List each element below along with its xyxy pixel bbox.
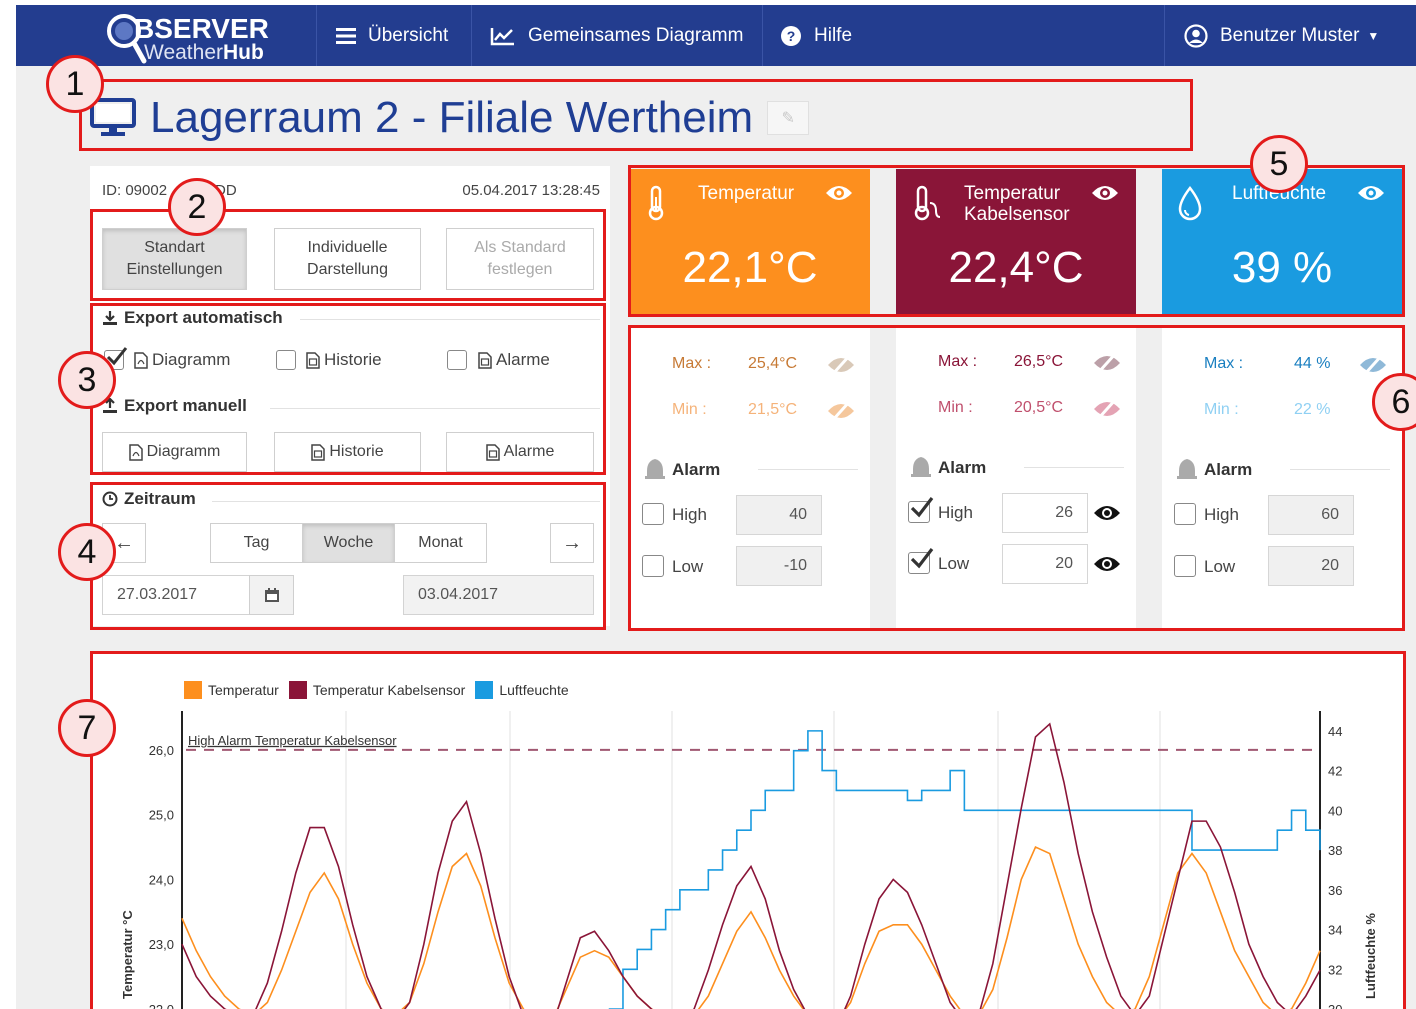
- caret-down-icon: ▼: [1367, 28, 1380, 43]
- brand-subtitle: WeatherHub: [144, 41, 264, 64]
- annotation-box-1: [79, 79, 1193, 151]
- device-timestamp: 05.04.2017 13:28:45: [462, 182, 600, 199]
- annotation-badge-4: 4: [58, 523, 116, 581]
- nav-hilfe-label: Hilfe: [814, 24, 853, 46]
- annotation-box-4: [90, 482, 606, 630]
- user-menu[interactable]: Benutzer Muster ▼: [1184, 5, 1379, 66]
- annotation-box-3: [90, 303, 606, 475]
- user-name: Benutzer Muster: [1220, 24, 1360, 46]
- annotation-badge-3: 3: [58, 351, 116, 409]
- nav-hilfe[interactable]: ? Hilfe: [780, 5, 852, 66]
- annotation-box-2: [90, 209, 606, 301]
- annotation-box-7: [90, 651, 1406, 1009]
- annotation-badge-5: 5: [1250, 135, 1308, 193]
- help-circle-icon: ?: [781, 25, 801, 46]
- nav-diagramm-label: Gemeinsames Diagramm: [528, 24, 744, 46]
- svg-text:?: ?: [787, 28, 796, 44]
- menu-icon: [336, 27, 356, 44]
- top-navbar: BSERVER WeatherHub Übersicht Gemeinsames…: [16, 5, 1416, 66]
- user-circle-icon: [1184, 23, 1208, 48]
- nav-gemeinsames-diagramm[interactable]: Gemeinsames Diagramm: [490, 5, 743, 66]
- annotation-badge-2: 2: [168, 178, 226, 236]
- annotation-badge-1: 1: [46, 55, 104, 113]
- annotation-box-6: [628, 325, 1405, 631]
- line-chart-icon: [490, 27, 514, 45]
- nav-uebersicht-label: Übersicht: [368, 24, 449, 46]
- nav-uebersicht[interactable]: Übersicht: [336, 5, 448, 66]
- annotation-badge-7: 7: [58, 699, 116, 757]
- brand-logo[interactable]: BSERVER WeatherHub: [104, 9, 314, 64]
- app-page: BSERVER WeatherHub Übersicht Gemeinsames…: [16, 5, 1416, 1009]
